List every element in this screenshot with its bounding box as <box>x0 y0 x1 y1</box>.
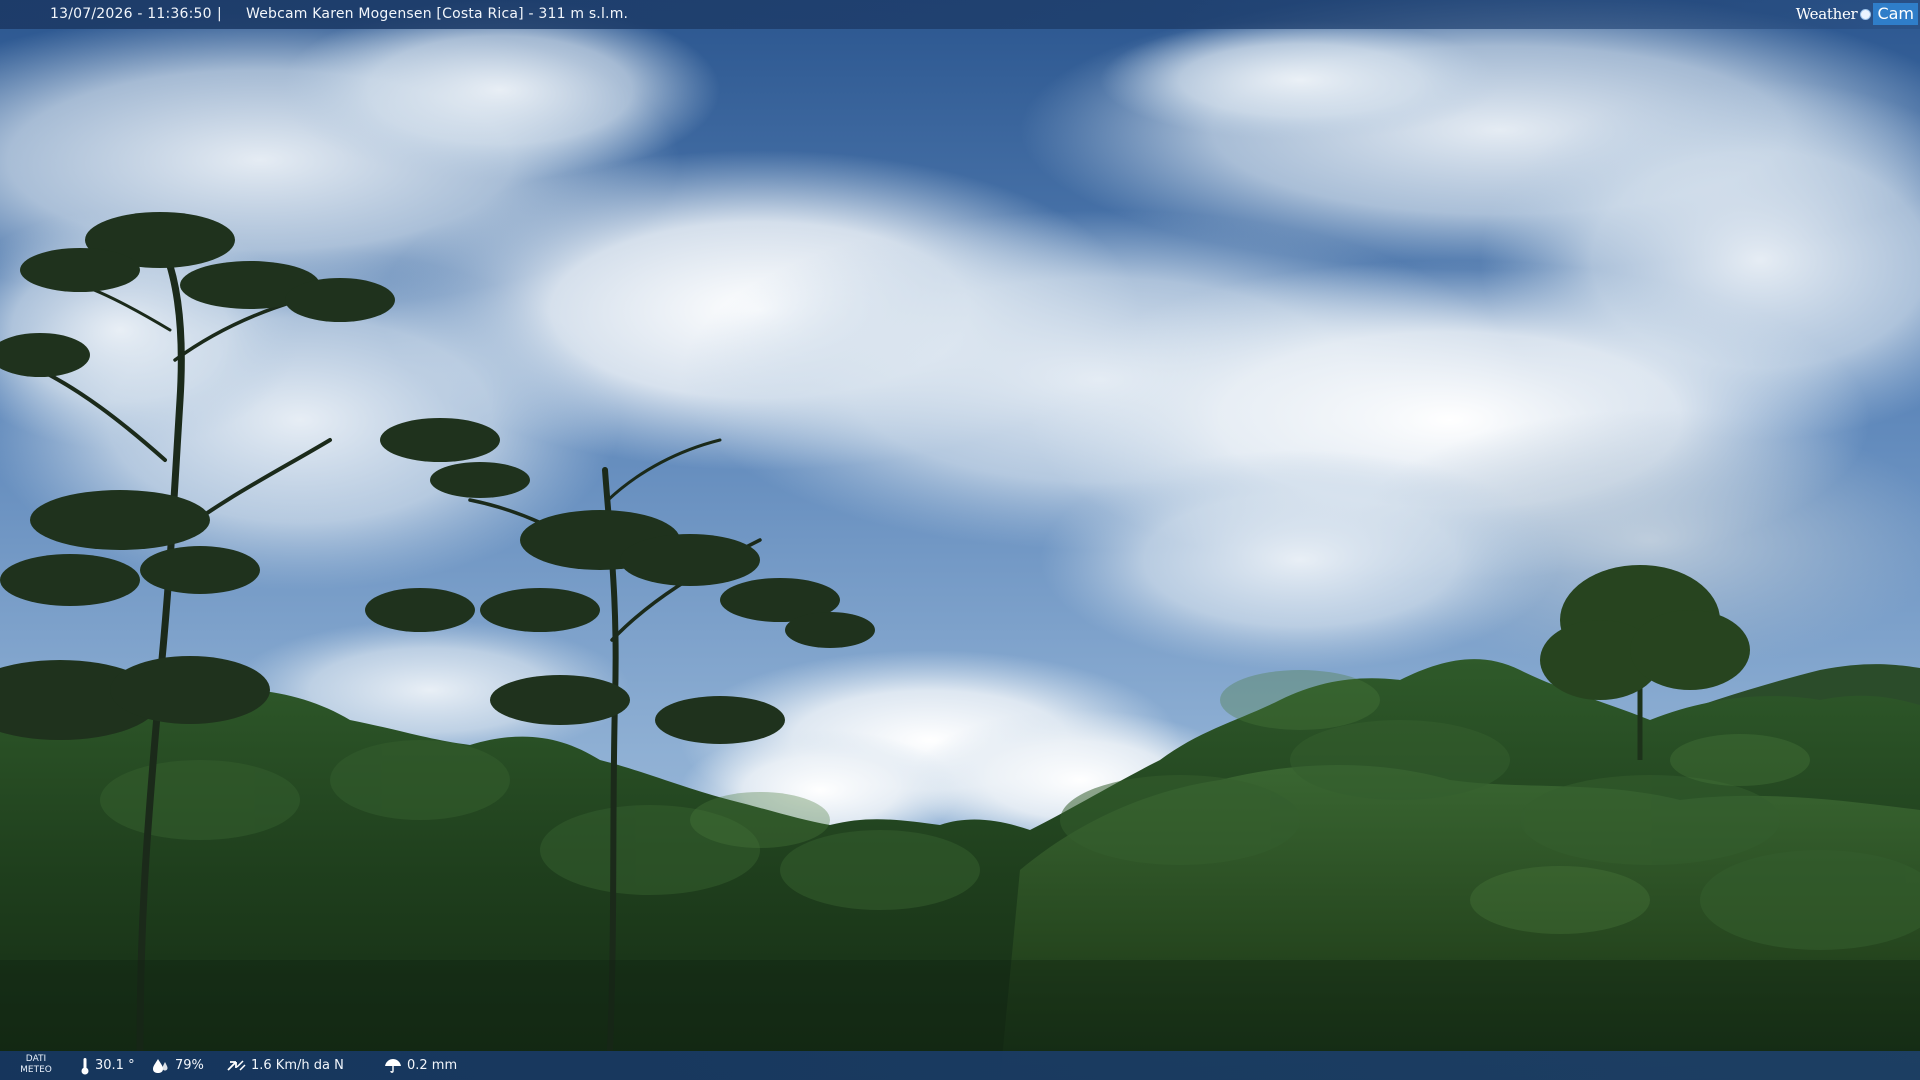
webcam-frame: 13/07/2026 - 11:36:50 | Webcam Karen Mog… <box>0 0 1920 1080</box>
timestamp: 13/07/2026 - 11:36:50 <box>50 6 212 22</box>
humidity-reading: 79% <box>152 1051 204 1080</box>
webcam-title: Webcam Karen Mogensen [Costa Rica] - 311… <box>246 6 629 22</box>
logo-weather-text: Weather <box>1795 5 1858 23</box>
meteo-label: DATI METEO <box>14 1054 58 1076</box>
weather-data-bar: DATI METEO 30.1 ° 79% 1.6 Km/h da N 0.2 … <box>0 1051 1920 1080</box>
thermometer-icon <box>81 1057 89 1074</box>
wind-value: 1.6 Km/h da N <box>251 1058 344 1073</box>
weathercam-logo: Weather Cam <box>1796 2 1918 26</box>
rain-umbrella-icon <box>385 1058 401 1073</box>
header-separator: | <box>217 6 222 22</box>
header-bar: 13/07/2026 - 11:36:50 | Webcam Karen Mog… <box>0 0 1920 29</box>
meteo-label-line1: DATI <box>25 1054 47 1064</box>
webcam-image <box>0 0 1920 1080</box>
logo-cam-text: Cam <box>1873 3 1918 25</box>
humidity-drop-icon <box>153 1058 168 1073</box>
meteo-label-line2: METEO <box>20 1065 52 1075</box>
wind-icon <box>227 1059 246 1071</box>
humidity-value: 79% <box>175 1058 204 1073</box>
temperature-value: 30.1 ° <box>95 1058 135 1073</box>
rain-value: 0.2 mm <box>407 1058 458 1073</box>
temperature-reading: 30.1 ° <box>80 1051 135 1080</box>
logo-dot-icon <box>1860 8 1872 20</box>
wind-reading: 1.6 Km/h da N <box>226 1051 344 1080</box>
rain-reading: 0.2 mm <box>384 1051 457 1080</box>
